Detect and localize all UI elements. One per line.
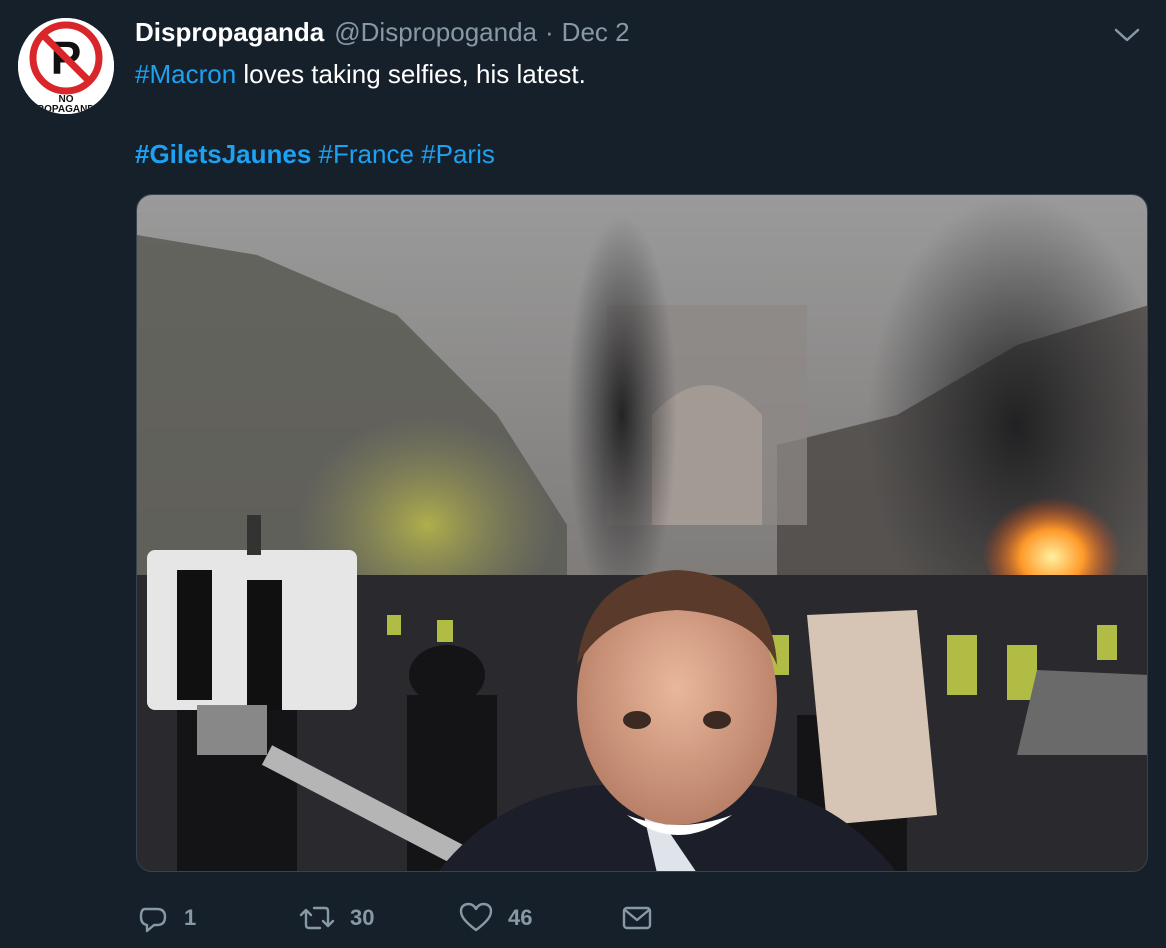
dm-button[interactable] xyxy=(620,896,654,940)
photo-illustration xyxy=(137,195,1147,871)
tweet-body-text: loves taking selfies, his latest. xyxy=(236,59,586,89)
line-break xyxy=(135,90,1135,138)
reply-button[interactable]: 1 xyxy=(136,896,196,940)
separator-dot: · xyxy=(545,17,554,47)
display-name[interactable]: Dispropaganda xyxy=(135,17,324,48)
tweet-line-1: #Macron loves taking selfies, his latest… xyxy=(135,58,1135,90)
hashtag-giletsjaunes[interactable]: #GiletsJaunes xyxy=(135,139,311,169)
mail-icon xyxy=(622,906,652,930)
tweet-header: Dispropaganda @Dispropoganda · Dec 2 xyxy=(135,17,630,49)
avatar[interactable]: P NO PROPAGANDA xyxy=(18,18,114,114)
like-count: 46 xyxy=(508,905,533,930)
retweet-icon xyxy=(299,906,335,930)
hashtag-macron[interactable]: #Macron xyxy=(135,59,236,89)
heart-icon xyxy=(459,902,493,932)
hashtag-france[interactable]: #France xyxy=(319,139,414,169)
tweet-text: #Macron loves taking selfies, his latest… xyxy=(135,58,1135,170)
chevron-down-icon[interactable] xyxy=(1112,24,1142,46)
tweet-photo[interactable] xyxy=(136,194,1148,872)
avatar-text-bottom: PROPAGANDA xyxy=(30,104,101,114)
tweet-line-2: #GiletsJaunes #France #Paris xyxy=(135,138,1135,170)
user-handle[interactable]: @Dispropoganda xyxy=(334,17,537,48)
no-propaganda-logo-icon: P NO PROPAGANDA xyxy=(18,18,114,114)
retweet-button[interactable]: 30 xyxy=(298,896,374,940)
hashtag-paris[interactable]: #Paris xyxy=(421,139,495,169)
reply-count: 1 xyxy=(184,905,197,930)
tweet-date[interactable]: Dec 2 xyxy=(562,17,630,48)
like-button[interactable]: 46 xyxy=(458,896,532,940)
retweet-count: 30 xyxy=(350,905,375,930)
tweet-actions: 1 30 46 xyxy=(136,896,696,940)
tweet: P NO PROPAGANDA Dispropaganda @Dispropog… xyxy=(0,0,1166,948)
reply-icon xyxy=(139,907,167,933)
